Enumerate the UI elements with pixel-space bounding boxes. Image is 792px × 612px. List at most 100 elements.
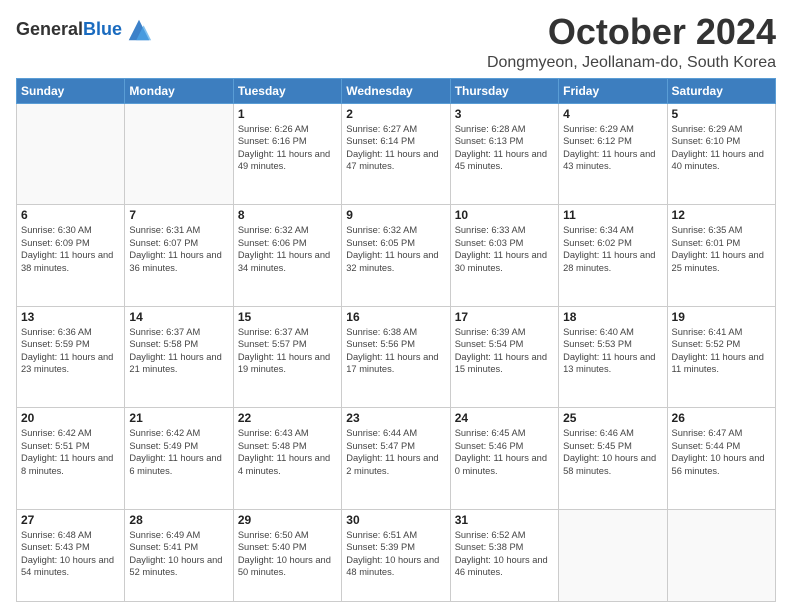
cell-details: Sunrise: 6:29 AMSunset: 6:12 PMDaylight:… xyxy=(563,123,662,173)
weekday-header-sunday: Sunday xyxy=(17,78,125,103)
cell-details: Sunrise: 6:44 AMSunset: 5:47 PMDaylight:… xyxy=(346,427,445,477)
day-number: 23 xyxy=(346,411,445,425)
calendar-cell: 16 Sunrise: 6:38 AMSunset: 5:56 PMDayligh… xyxy=(342,306,450,408)
day-number: 6 xyxy=(21,208,120,222)
cell-details: Sunrise: 6:51 AMSunset: 5:39 PMDaylight:… xyxy=(346,529,445,579)
logo-general-text: General xyxy=(16,19,83,39)
calendar-cell xyxy=(667,509,775,601)
weekday-header-monday: Monday xyxy=(125,78,233,103)
calendar-cell: 11 Sunrise: 6:34 AMSunset: 6:02 PMDayligh… xyxy=(559,205,667,307)
day-number: 18 xyxy=(563,310,662,324)
cell-details: Sunrise: 6:47 AMSunset: 5:44 PMDaylight:… xyxy=(672,427,771,477)
calendar-cell xyxy=(559,509,667,601)
calendar-cell: 24Sunrise: 6:45 AMSunset: 5:46 PMDayligh… xyxy=(450,408,558,510)
calendar-cell: 5 Sunrise: 6:29 AMSunset: 6:10 PMDaylight… xyxy=(667,103,775,205)
calendar-cell: 4 Sunrise: 6:29 AMSunset: 6:12 PMDaylight… xyxy=(559,103,667,205)
calendar-cell: 25Sunrise: 6:46 AMSunset: 5:45 PMDayligh… xyxy=(559,408,667,510)
calendar-week-row: 6 Sunrise: 6:30 AMSunset: 6:09 PMDaylight… xyxy=(17,205,776,307)
cell-details: Sunrise: 6:32 AMSunset: 6:06 PMDaylight:… xyxy=(238,224,337,274)
page: GeneralBlue October 2024 Dongmyeon, Jeol… xyxy=(0,0,792,612)
calendar-cell: 15Sunrise: 6:37 AMSunset: 5:57 PMDayligh… xyxy=(233,306,341,408)
cell-details: Sunrise: 6:32 AMSunset: 6:05 PMDaylight:… xyxy=(346,224,445,274)
day-number: 15 xyxy=(238,310,337,324)
weekday-header-friday: Friday xyxy=(559,78,667,103)
calendar-cell: 8 Sunrise: 6:32 AMSunset: 6:06 PMDaylight… xyxy=(233,205,341,307)
calendar-cell: 31 Sunrise: 6:52 AMSunset: 5:38 PMDayligh… xyxy=(450,509,558,601)
weekday-header-thursday: Thursday xyxy=(450,78,558,103)
cell-details: Sunrise: 6:39 AMSunset: 5:54 PMDaylight:… xyxy=(455,326,554,376)
cell-details: Sunrise: 6:38 AMSunset: 5:56 PMDaylight:… xyxy=(346,326,445,376)
day-number: 5 xyxy=(672,107,771,121)
day-number: 3 xyxy=(455,107,554,121)
calendar-cell: 21 Sunrise: 6:42 AMSunset: 5:49 PMDayligh… xyxy=(125,408,233,510)
calendar-week-row: 20Sunrise: 6:42 AMSunset: 5:51 PMDayligh… xyxy=(17,408,776,510)
cell-details: Sunrise: 6:27 AMSunset: 6:14 PMDaylight:… xyxy=(346,123,445,173)
cell-details: Sunrise: 6:35 AMSunset: 6:01 PMDaylight:… xyxy=(672,224,771,274)
calendar-cell: 26 Sunrise: 6:47 AMSunset: 5:44 PMDayligh… xyxy=(667,408,775,510)
day-number: 17 xyxy=(455,310,554,324)
cell-details: Sunrise: 6:34 AMSunset: 6:02 PMDaylight:… xyxy=(563,224,662,274)
day-number: 4 xyxy=(563,107,662,121)
cell-details: Sunrise: 6:40 AMSunset: 5:53 PMDaylight:… xyxy=(563,326,662,376)
day-number: 21 xyxy=(129,411,228,425)
calendar-cell: 12 Sunrise: 6:35 AMSunset: 6:01 PMDayligh… xyxy=(667,205,775,307)
day-number: 1 xyxy=(238,107,337,121)
logo-icon xyxy=(125,16,153,44)
cell-details: Sunrise: 6:45 AMSunset: 5:46 PMDaylight:… xyxy=(455,427,554,477)
cell-details: Sunrise: 6:50 AMSunset: 5:40 PMDaylight:… xyxy=(238,529,337,579)
cell-details: Sunrise: 6:46 AMSunset: 5:45 PMDaylight:… xyxy=(563,427,662,477)
cell-details: Sunrise: 6:41 AMSunset: 5:52 PMDaylight:… xyxy=(672,326,771,376)
cell-details: Sunrise: 6:31 AMSunset: 6:07 PMDaylight:… xyxy=(129,224,228,274)
weekday-header-tuesday: Tuesday xyxy=(233,78,341,103)
cell-details: Sunrise: 6:30 AMSunset: 6:09 PMDaylight:… xyxy=(21,224,120,274)
calendar-cell: 20Sunrise: 6:42 AMSunset: 5:51 PMDayligh… xyxy=(17,408,125,510)
calendar-cell: 14Sunrise: 6:37 AMSunset: 5:58 PMDayligh… xyxy=(125,306,233,408)
cell-details: Sunrise: 6:49 AMSunset: 5:41 PMDaylight:… xyxy=(129,529,228,579)
day-number: 27 xyxy=(21,513,120,527)
calendar-cell: 6 Sunrise: 6:30 AMSunset: 6:09 PMDaylight… xyxy=(17,205,125,307)
calendar-cell: 10Sunrise: 6:33 AMSunset: 6:03 PMDayligh… xyxy=(450,205,558,307)
calendar-cell: 7Sunrise: 6:31 AMSunset: 6:07 PMDaylight… xyxy=(125,205,233,307)
day-number: 13 xyxy=(21,310,120,324)
logo-blue-text: Blue xyxy=(83,19,122,39)
calendar-cell xyxy=(125,103,233,205)
calendar-cell: 3 Sunrise: 6:28 AMSunset: 6:13 PMDaylight… xyxy=(450,103,558,205)
weekday-header-row: SundayMondayTuesdayWednesdayThursdayFrid… xyxy=(17,78,776,103)
day-number: 8 xyxy=(238,208,337,222)
title-section: October 2024 Dongmyeon, Jeollanam-do, So… xyxy=(487,12,776,72)
cell-details: Sunrise: 6:36 AMSunset: 5:59 PMDaylight:… xyxy=(21,326,120,376)
cell-details: Sunrise: 6:26 AMSunset: 6:16 PMDaylight:… xyxy=(238,123,337,173)
day-number: 11 xyxy=(563,208,662,222)
header: GeneralBlue October 2024 Dongmyeon, Jeol… xyxy=(16,12,776,72)
day-number: 14 xyxy=(129,310,228,324)
day-number: 19 xyxy=(672,310,771,324)
cell-details: Sunrise: 6:48 AMSunset: 5:43 PMDaylight:… xyxy=(21,529,120,579)
cell-details: Sunrise: 6:28 AMSunset: 6:13 PMDaylight:… xyxy=(455,123,554,173)
day-number: 16 xyxy=(346,310,445,324)
day-number: 9 xyxy=(346,208,445,222)
calendar-cell: 1 Sunrise: 6:26 AMSunset: 6:16 PMDaylight… xyxy=(233,103,341,205)
day-number: 31 xyxy=(455,513,554,527)
day-number: 26 xyxy=(672,411,771,425)
cell-details: Sunrise: 6:52 AMSunset: 5:38 PMDaylight:… xyxy=(455,529,554,579)
calendar-cell: 29 Sunrise: 6:50 AMSunset: 5:40 PMDayligh… xyxy=(233,509,341,601)
calendar-cell: 30Sunrise: 6:51 AMSunset: 5:39 PMDayligh… xyxy=(342,509,450,601)
calendar-cell: 18 Sunrise: 6:40 AMSunset: 5:53 PMDayligh… xyxy=(559,306,667,408)
day-number: 10 xyxy=(455,208,554,222)
calendar-week-row: 13 Sunrise: 6:36 AMSunset: 5:59 PMDayligh… xyxy=(17,306,776,408)
cell-details: Sunrise: 6:42 AMSunset: 5:49 PMDaylight:… xyxy=(129,427,228,477)
day-number: 2 xyxy=(346,107,445,121)
calendar-cell: 27 Sunrise: 6:48 AMSunset: 5:43 PMDayligh… xyxy=(17,509,125,601)
day-number: 12 xyxy=(672,208,771,222)
calendar-week-row: 27 Sunrise: 6:48 AMSunset: 5:43 PMDayligh… xyxy=(17,509,776,601)
calendar-cell: 9 Sunrise: 6:32 AMSunset: 6:05 PMDaylight… xyxy=(342,205,450,307)
calendar-cell: 28Sunrise: 6:49 AMSunset: 5:41 PMDayligh… xyxy=(125,509,233,601)
day-number: 29 xyxy=(238,513,337,527)
calendar-cell: 17 Sunrise: 6:39 AMSunset: 5:54 PMDayligh… xyxy=(450,306,558,408)
logo: GeneralBlue xyxy=(16,16,153,44)
cell-details: Sunrise: 6:43 AMSunset: 5:48 PMDaylight:… xyxy=(238,427,337,477)
weekday-header-saturday: Saturday xyxy=(667,78,775,103)
day-number: 22 xyxy=(238,411,337,425)
cell-details: Sunrise: 6:29 AMSunset: 6:10 PMDaylight:… xyxy=(672,123,771,173)
calendar-cell: 22 Sunrise: 6:43 AMSunset: 5:48 PMDayligh… xyxy=(233,408,341,510)
